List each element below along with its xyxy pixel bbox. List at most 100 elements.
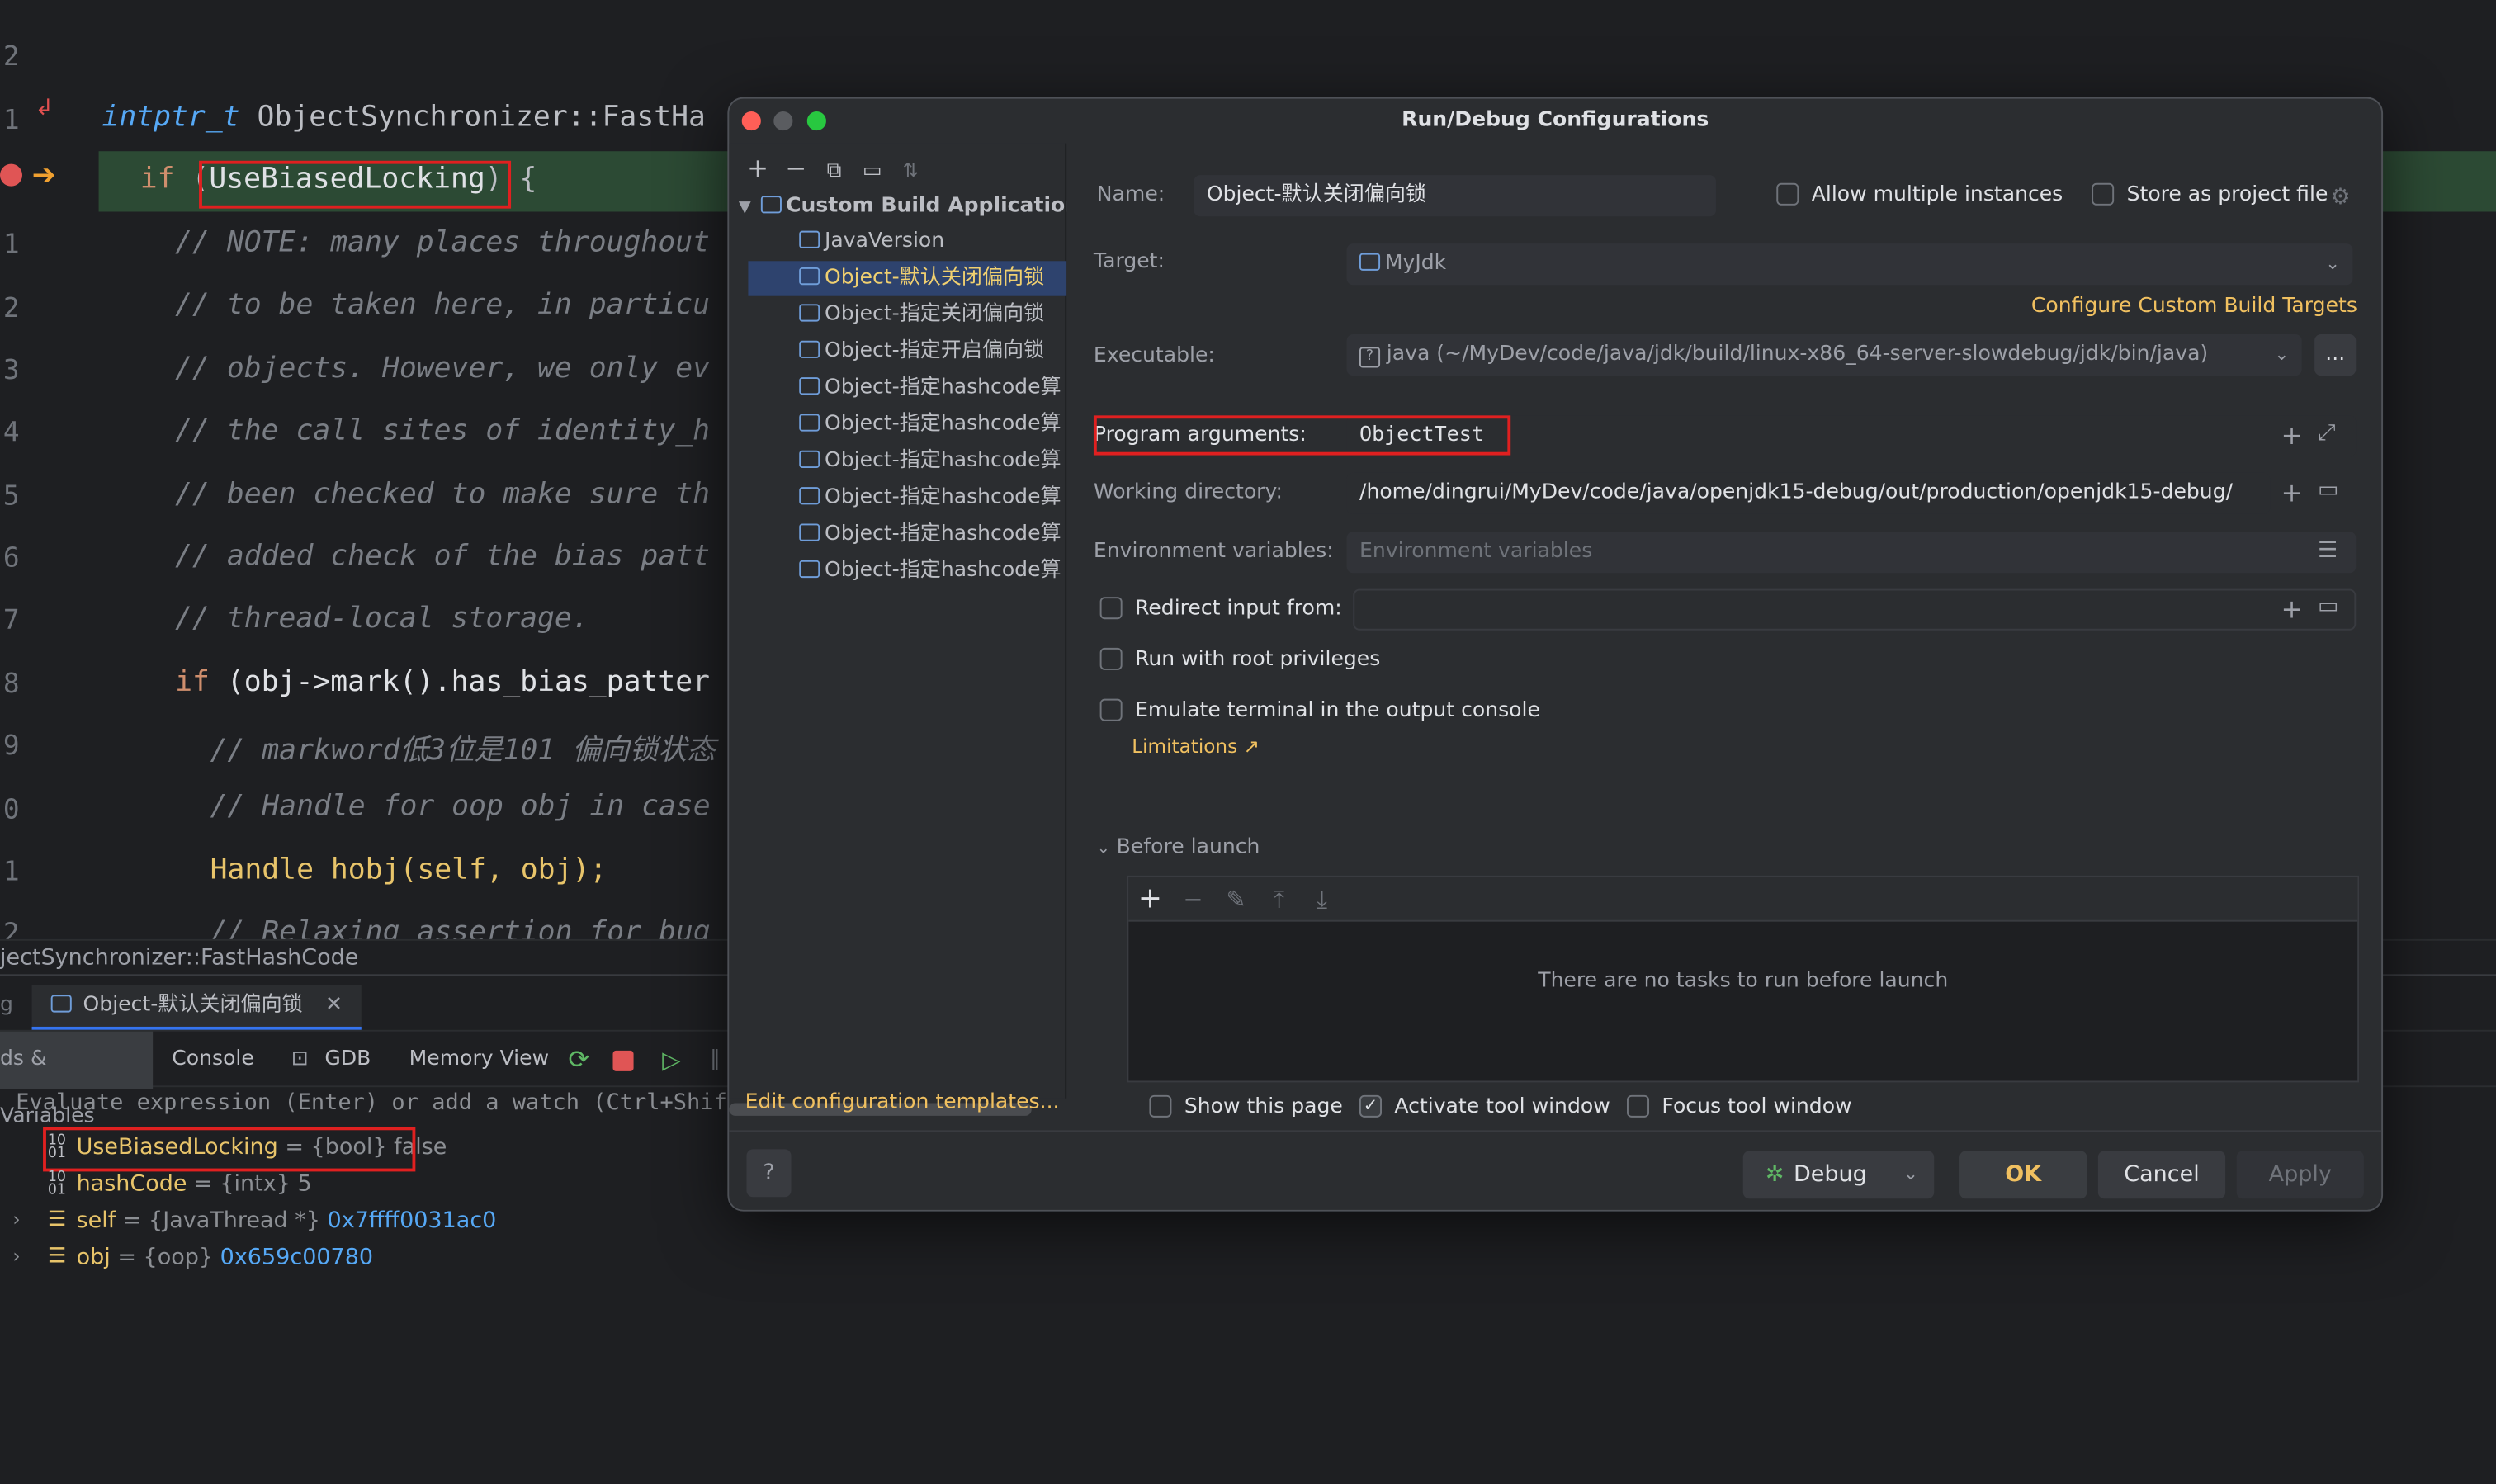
config-icon [799, 450, 820, 468]
close-window-button[interactable] [741, 111, 761, 131]
tree-item[interactable]: Object-指定hashcode算 [799, 480, 1066, 515]
apply-button[interactable]: Apply [2236, 1151, 2364, 1199]
folder-icon[interactable]: ▭ [2318, 593, 2339, 619]
variable-name: hashCode [76, 1171, 187, 1198]
tab-threads-variables[interactable]: ds & Variables [0, 1031, 154, 1128]
add-icon[interactable]: + [1128, 877, 1171, 922]
minimize-window-button[interactable] [773, 111, 793, 131]
tree-item-label: Object-指定hashcode算 [824, 412, 1061, 437]
variable-row[interactable]: ☰ obj = {oop} 0x659c00780 [48, 1245, 373, 1270]
line-number: 5 [2, 480, 20, 513]
executable-value: java (~/MyDev/code/java/jdk/build/linux-… [1386, 342, 2209, 366]
config-icon [760, 196, 782, 214]
code-comment: // added check of the bias patt [175, 539, 711, 574]
expand-icon[interactable]: ⤢ [2318, 420, 2336, 446]
chevron-down-icon: ⌄ [1903, 1163, 1918, 1184]
before-launch-header[interactable]: ⌄ Before launch [1097, 835, 1260, 859]
redirect-input-field[interactable] [1353, 588, 2357, 631]
expand-chevron-icon[interactable]: › [12, 1245, 20, 1267]
environment-variables-field[interactable]: Environment variables [1346, 532, 2357, 574]
limitations-link[interactable]: Limitations ↗ [1132, 735, 1260, 758]
redirect-input-checkbox[interactable]: Redirect input from: [1099, 596, 1342, 621]
variable-row[interactable]: ☰ self = {JavaThread *} 0x7ffff0031ac0 [48, 1208, 496, 1234]
rerun-icon[interactable]: ⟳ [568, 1032, 589, 1089]
tab-gdb[interactable]: GDB [324, 1032, 371, 1089]
tree-item[interactable]: Object-指定hashcode算 [799, 554, 1066, 588]
pause-icon[interactable]: ‖ [710, 1032, 721, 1089]
tree-item-selected[interactable]: Object-默认关闭偏向锁 [748, 261, 1067, 296]
edit-templates-link[interactable]: Edit configuration templates... [745, 1090, 1060, 1114]
highlight-box [1093, 415, 1511, 456]
remove-icon[interactable]: − [1171, 877, 1214, 922]
question-icon: ? [1359, 347, 1381, 368]
tree-item[interactable]: Object-指定hashcode算 [799, 408, 1066, 442]
store-project-checkbox[interactable]: Store as project file [2092, 182, 2328, 207]
stop-icon[interactable] [612, 1050, 634, 1071]
help-button[interactable]: ? [746, 1149, 792, 1198]
move-down-icon[interactable]: ⤓ [1301, 877, 1344, 922]
folder-icon[interactable]: ▭ [853, 159, 891, 183]
before-launch-label: Before launch [1116, 835, 1260, 860]
resume-icon[interactable]: ▷ [662, 1032, 680, 1089]
ok-button[interactable]: OK [1959, 1151, 2087, 1199]
target-select[interactable]: MyJdk ⌄ [1346, 243, 2353, 286]
gdb-icon[interactable]: ⊡ [291, 1032, 309, 1089]
tree-item[interactable]: Object-指定开启偏向锁 [799, 334, 1066, 369]
evaluate-expression-input[interactable]: Evaluate expression (Enter) or add a wat… [16, 1090, 740, 1116]
allow-multiple-checkbox[interactable]: Allow multiple instances [1776, 182, 2063, 207]
list-icon[interactable]: ☰ [2318, 538, 2338, 564]
debug-executor-select[interactable]: ✲ Debug ⌄ [1742, 1151, 1935, 1199]
code-text: (obj->mark().has_bias_patter [209, 665, 711, 699]
configure-targets-link[interactable]: Configure Custom Build Targets [2031, 295, 2357, 319]
tab-debug-session[interactable]: Object-默认关闭偏向锁 ✕ [31, 985, 362, 1030]
code-keyword: if [175, 665, 210, 699]
code-comment: // thread-local storage. [175, 601, 589, 636]
focus-tool-window-checkbox[interactable]: Focus tool window [1626, 1094, 1852, 1119]
tree-item-label: Object-指定开启偏向锁 [824, 338, 1045, 363]
remove-icon[interactable]: − [777, 153, 815, 183]
chevron-down-icon[interactable]: ▼ [739, 199, 751, 216]
tree-item[interactable]: Object-指定关闭偏向锁 [799, 298, 1066, 333]
folder-icon[interactable]: ▭ [2318, 478, 2339, 503]
chevron-down-icon: ⌄ [2325, 253, 2340, 274]
variable-row[interactable]: 10 01 hashCode = {intx} 5 [48, 1170, 312, 1198]
checkbox-box [1626, 1094, 1649, 1117]
checkbox-box [1149, 1094, 1172, 1117]
sort-icon[interactable]: ⇅ [891, 159, 929, 182]
edit-icon[interactable]: ✎ [1214, 877, 1257, 922]
executable-select[interactable]: ? java (~/MyDev/code/java/jdk/build/linux… [1346, 333, 2302, 376]
tree-item[interactable]: Object-指定hashcode算 [799, 518, 1066, 552]
line-number: 2 [2, 292, 20, 325]
activate-tool-window-checkbox[interactable]: ✓ Activate tool window [1359, 1094, 1610, 1119]
expand-chevron-icon[interactable]: › [12, 1208, 20, 1231]
add-icon[interactable]: + [2281, 420, 2303, 451]
config-icon [799, 560, 820, 579]
tree-item[interactable]: Object-指定hashcode算 [799, 371, 1066, 405]
tree-group[interactable]: ▼ Custom Build Application [739, 189, 1066, 224]
emulate-terminal-checkbox[interactable]: Emulate terminal in the output console [1099, 697, 1540, 723]
run-root-checkbox[interactable]: Run with root privileges [1099, 646, 1380, 672]
copy-icon[interactable]: ⧉ [815, 159, 853, 183]
code-type: intptr_t [102, 100, 240, 134]
gear-icon[interactable]: ⚙ [2330, 185, 2350, 210]
add-icon[interactable]: + [2281, 478, 2303, 508]
working-directory-field[interactable]: /home/dingrui/MyDev/code/java/openjdk15-… [1346, 472, 2271, 514]
tab-memory-view[interactable]: Memory View [409, 1032, 549, 1089]
close-icon[interactable]: ✕ [325, 993, 343, 1017]
browse-executable-button[interactable]: ... [2314, 333, 2357, 376]
tree-item[interactable]: JavaVersion [799, 224, 1066, 259]
cancel-button[interactable]: Cancel [2097, 1151, 2226, 1199]
tab-console[interactable]: Console [172, 1032, 254, 1089]
breakpoint-icon[interactable] [0, 163, 22, 187]
add-icon[interactable]: + [739, 153, 777, 183]
move-up-icon[interactable]: ⤒ [1258, 877, 1301, 922]
tree-item-label: Object-指定关闭偏向锁 [824, 302, 1045, 327]
object-icon: ☰ [47, 1208, 67, 1232]
name-field[interactable]: Object-默认关闭偏向锁 [1194, 175, 1716, 217]
tree-item[interactable]: Object-指定hashcode算 [799, 444, 1066, 479]
override-arrow-icon[interactable]: ↲ [35, 96, 54, 121]
object-icon: ☰ [47, 1245, 67, 1269]
add-icon[interactable]: + [2281, 593, 2303, 624]
maximize-window-button[interactable] [806, 111, 826, 131]
show-page-checkbox[interactable]: Show this page [1149, 1094, 1343, 1119]
